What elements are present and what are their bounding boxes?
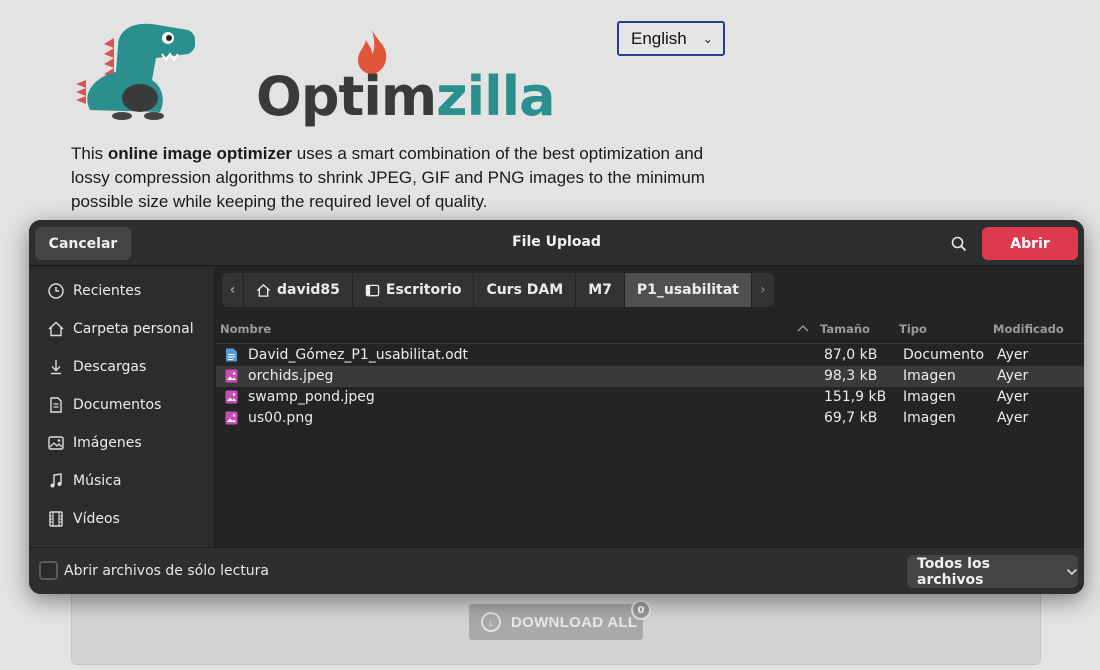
file-name: orchids.jpeg bbox=[248, 368, 334, 384]
chevron-right-icon: › bbox=[760, 282, 766, 298]
dialog-title: File Upload bbox=[512, 234, 601, 250]
film-icon bbox=[49, 511, 63, 527]
file-name: David_Gómez_P1_usabilitat.odt bbox=[248, 347, 469, 363]
sidebar-item-label: Música bbox=[73, 473, 122, 489]
file-size: 87,0 kB bbox=[824, 347, 878, 363]
column-header-name[interactable]: Nombre bbox=[220, 322, 271, 336]
file-type-filter[interactable]: Todos los archivos bbox=[907, 555, 1078, 588]
readonly-checkbox[interactable] bbox=[39, 561, 58, 580]
readonly-option[interactable]: Abrir archivos de sólo lectura bbox=[39, 561, 269, 580]
dialog-header: Cancelar File Upload Abrir bbox=[29, 220, 1084, 266]
file-type: Imagen bbox=[903, 368, 956, 384]
column-header-size[interactable]: Tamaño bbox=[820, 322, 870, 336]
arrow-down-circle-icon: ↓ bbox=[481, 612, 501, 632]
path-segment-david85[interactable]: david85 bbox=[244, 273, 353, 307]
desktop-icon bbox=[365, 284, 380, 296]
file-modified: Ayer bbox=[997, 368, 1029, 384]
sidebar-item-videos[interactable]: Vídeos bbox=[29, 500, 214, 538]
open-button[interactable]: Abrir bbox=[982, 227, 1078, 260]
file-row[interactable]: orchids.jpeg 98,3 kB Imagen Ayer bbox=[216, 366, 1084, 387]
download-all-label: DOWNLOAD ALL bbox=[511, 613, 638, 631]
file-modified: Ayer bbox=[997, 389, 1029, 405]
path-segment-p1-usabilitat[interactable]: P1_usabilitat bbox=[624, 273, 752, 307]
file-type: Imagen bbox=[903, 389, 956, 405]
file-list-header: Nombre Tamaño Tipo Modificado bbox=[216, 320, 1084, 344]
optimizilla-logo: Optimzilla bbox=[70, 20, 556, 124]
path-segment-label: M7 bbox=[588, 282, 612, 298]
file-row[interactable]: us00.png 69,7 kB Imagen Ayer bbox=[216, 408, 1084, 429]
file-modified: Ayer bbox=[997, 410, 1029, 426]
sidebar-item-label: Imágenes bbox=[73, 435, 142, 451]
readonly-label: Abrir archivos de sólo lectura bbox=[64, 562, 270, 579]
sort-ascending-icon bbox=[797, 325, 809, 332]
path-bar: ‹ david85 Escritorio Curs DAM M7 P1_usab… bbox=[222, 273, 774, 307]
image-file-icon bbox=[225, 369, 238, 383]
sidebar-item-label: Documentos bbox=[73, 397, 162, 413]
dinosaur-mascot-icon bbox=[76, 23, 196, 120]
file-list: David_Gómez_P1_usabilitat.odt 87,0 kB Do… bbox=[216, 345, 1084, 429]
file-row[interactable]: David_Gómez_P1_usabilitat.odt 87,0 kB Do… bbox=[216, 345, 1084, 366]
intro-text-bold: online image optimizer bbox=[107, 144, 293, 163]
column-header-modified[interactable]: Modificado bbox=[993, 322, 1064, 336]
path-forward-button[interactable]: › bbox=[752, 273, 774, 307]
path-segment-curs-dam[interactable]: Curs DAM bbox=[474, 273, 577, 307]
file-size: 151,9 kB bbox=[824, 389, 887, 405]
intro-text-start: This bbox=[71, 144, 108, 163]
logo-wordmark: Optimzilla bbox=[256, 65, 556, 128]
document-icon bbox=[50, 397, 62, 413]
intro-paragraph: This online image optimizer uses a smart… bbox=[71, 142, 731, 214]
path-segment-label: P1_usabilitat bbox=[636, 282, 739, 298]
sidebar-item-imagenes[interactable]: Imágenes bbox=[29, 424, 214, 462]
file-type-filter-value: Todos los archivos bbox=[917, 555, 990, 588]
sidebar-item-label: Recientes bbox=[73, 283, 142, 299]
image-icon bbox=[48, 436, 64, 450]
path-back-button[interactable]: ‹ bbox=[222, 273, 244, 307]
search-icon bbox=[951, 236, 967, 252]
sidebar-item-label: Carpeta personal bbox=[73, 321, 194, 337]
chevron-down-icon: ⌄ bbox=[702, 31, 713, 46]
sidebar-item-recientes[interactable]: Recientes bbox=[29, 272, 214, 310]
path-segment-label: david85 bbox=[277, 282, 340, 298]
document-file-icon bbox=[226, 348, 237, 362]
clock-icon bbox=[48, 283, 64, 299]
download-count-badge: 0 bbox=[631, 600, 651, 620]
file-name: swamp_pond.jpeg bbox=[248, 389, 375, 405]
file-name: us00.png bbox=[248, 410, 314, 426]
sidebar-item-documentos[interactable]: Documentos bbox=[29, 386, 214, 424]
download-icon bbox=[51, 360, 61, 375]
file-row[interactable]: swamp_pond.jpeg 151,9 kB Imagen Ayer bbox=[216, 387, 1084, 408]
column-header-type[interactable]: Tipo bbox=[899, 322, 927, 336]
image-file-icon bbox=[225, 390, 238, 404]
file-browser: ‹ david85 Escritorio Curs DAM M7 P1_usab… bbox=[216, 267, 1084, 547]
sidebar-item-label: Descargas bbox=[73, 359, 147, 375]
places-sidebar: Recientes Carpeta personal Descargas Doc… bbox=[29, 267, 215, 547]
file-type: Documento bbox=[903, 347, 985, 363]
image-file-icon bbox=[225, 411, 238, 425]
home-icon bbox=[256, 283, 271, 297]
path-segment-label: Curs DAM bbox=[486, 282, 564, 298]
path-segment-m7[interactable]: M7 bbox=[576, 273, 625, 307]
sidebar-item-descargas[interactable]: Descargas bbox=[29, 348, 214, 386]
music-icon bbox=[50, 473, 62, 488]
dialog-footer: Abrir archivos de sólo lectura Todos los… bbox=[29, 547, 1084, 594]
file-size: 98,3 kB bbox=[824, 368, 878, 384]
sidebar-item-carpeta-personal[interactable]: Carpeta personal bbox=[29, 310, 214, 348]
sidebar-item-label: Vídeos bbox=[73, 511, 120, 527]
home-icon bbox=[48, 321, 64, 337]
path-segment-label: Escritorio bbox=[385, 282, 462, 298]
file-modified: Ayer bbox=[997, 347, 1029, 363]
cancel-button[interactable]: Cancelar bbox=[35, 227, 131, 260]
download-all-button[interactable]: ↓ DOWNLOAD ALL bbox=[469, 604, 643, 640]
chevron-down-icon bbox=[1067, 568, 1078, 575]
language-select-value: English bbox=[631, 28, 687, 48]
file-upload-dialog: Cancelar File Upload Abrir Recientes Car… bbox=[29, 220, 1084, 594]
chevron-left-icon: ‹ bbox=[229, 282, 236, 298]
file-size: 69,7 kB bbox=[824, 410, 878, 426]
file-type: Imagen bbox=[903, 410, 956, 426]
search-button[interactable] bbox=[944, 229, 974, 259]
language-select[interactable]: English ⌄ bbox=[617, 21, 725, 56]
path-segment-escritorio[interactable]: Escritorio bbox=[353, 273, 475, 307]
sidebar-item-musica[interactable]: Música bbox=[29, 462, 214, 500]
